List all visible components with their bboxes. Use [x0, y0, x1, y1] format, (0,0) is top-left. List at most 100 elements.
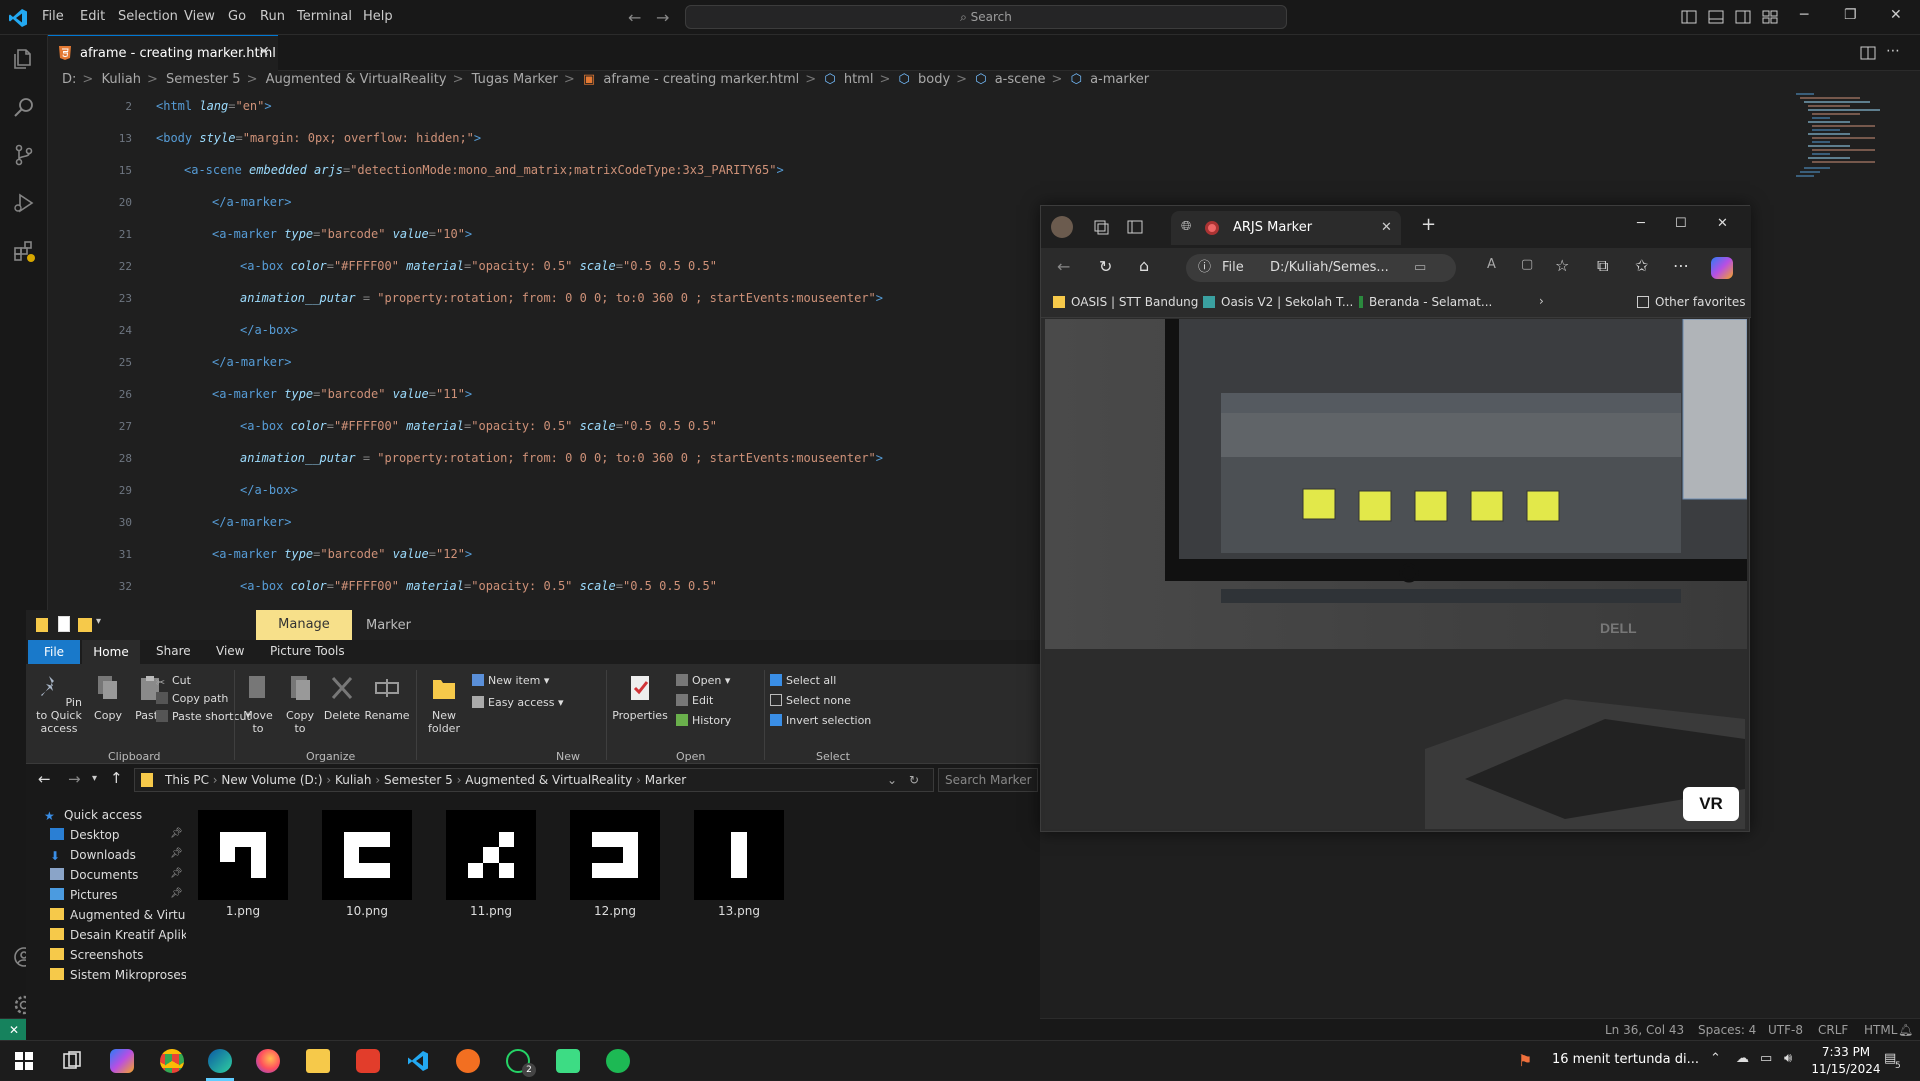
address-segment[interactable]: New Volume (D:) [221, 773, 322, 787]
new-folder-quick-icon[interactable] [78, 618, 92, 632]
paste-shortcut-button[interactable]: Paste shortcut [156, 710, 251, 723]
other-favorites[interactable]: Other favorites [1637, 295, 1746, 309]
menu-terminal[interactable]: Terminal [297, 9, 352, 24]
file-item[interactable]: 12.png [570, 810, 660, 918]
toggle-secondary-sidebar-icon[interactable] [1735, 9, 1751, 25]
copy-button[interactable]: Copy [90, 674, 126, 722]
workspaces-icon[interactable] [1093, 219, 1109, 235]
delete-button[interactable]: Delete [322, 674, 362, 722]
nav-item-pictures[interactable]: Pictures [50, 888, 118, 902]
explorer-icon[interactable] [12, 47, 36, 71]
copy-to-button[interactable]: Copy to [280, 674, 320, 735]
chevron-up-icon[interactable]: ⌃ [1710, 1051, 1721, 1066]
cut-button[interactable]: ✂ Cut [156, 674, 191, 689]
move-to-button[interactable]: Move to [238, 674, 278, 735]
file-item[interactable]: 11.png [446, 810, 536, 918]
address-bar[interactable]: This PC › New Volume (D:) › Kuliah › Sem… [134, 768, 934, 792]
menu-file[interactable]: File [42, 9, 64, 24]
clock-time[interactable]: 7:33 PM [1810, 1045, 1882, 1059]
volume-icon[interactable]: 🔊︎ [1784, 1051, 1792, 1066]
favorite-star-icon[interactable]: ☆ [1555, 256, 1569, 275]
onedrive-icon[interactable]: ☁ [1736, 1051, 1749, 1066]
toggle-sidebar-icon[interactable] [1681, 9, 1697, 25]
up-arrow-icon[interactable]: ↑ [110, 769, 123, 787]
more-actions-icon[interactable]: ⋯ [1886, 43, 1900, 59]
pin-icon[interactable]: 📌︎ [170, 848, 183, 859]
source-control-icon[interactable] [12, 143, 36, 167]
edge-icon[interactable] [208, 1049, 232, 1073]
rename-button[interactable]: Rename [364, 674, 410, 722]
properties-quick-icon[interactable] [58, 616, 70, 632]
breadcrumb-item[interactable]: Augmented & VirtualReality [266, 72, 447, 87]
forward-arrow-icon[interactable]: → [656, 8, 669, 27]
address-bar[interactable]: ⓘ File D:/Kuliah/Semes... ▭ [1186, 254, 1456, 282]
pin-to-quick-access-button[interactable]: Pin to Quick access [30, 674, 88, 735]
read-aloud-icon[interactable]: A [1487, 257, 1496, 272]
split-editor-icon[interactable] [1860, 45, 1876, 61]
minimap[interactable] [1790, 90, 1910, 230]
new-tab-plus-icon[interactable]: + [1421, 214, 1436, 235]
wps-office-icon[interactable] [356, 1049, 380, 1073]
pin-icon[interactable]: 📌︎ [170, 888, 183, 899]
copy-path-button[interactable]: Copy path [156, 692, 228, 705]
vscode-icon[interactable] [406, 1049, 430, 1073]
copilot-icon[interactable] [110, 1049, 134, 1073]
menu-selection[interactable]: Selection [118, 9, 178, 24]
close-icon[interactable]: ✕ [1890, 7, 1902, 23]
extensions-icon[interactable] [12, 239, 36, 263]
extensions-icon[interactable]: ⧉ [1597, 256, 1608, 276]
nav-item-documents[interactable]: Documents [50, 868, 138, 882]
info-icon[interactable]: ⓘ [1198, 254, 1211, 282]
tab-share[interactable]: Share [156, 644, 191, 658]
back-arrow-icon[interactable]: ← [38, 770, 51, 788]
sublime-icon[interactable] [456, 1049, 480, 1073]
copilot-icon[interactable] [1711, 257, 1733, 279]
customize-toolbar-icon[interactable]: ▾ [96, 616, 101, 627]
line-ending[interactable]: CRLF [1818, 1023, 1848, 1037]
nav-item-folder[interactable]: Augmented & Virtu [50, 908, 185, 922]
tab-close-icon[interactable]: ✕ [258, 44, 270, 60]
spotify-icon[interactable] [606, 1049, 630, 1073]
editor-tab-active[interactable]: aframe - creating marker.html ✕ [48, 35, 278, 71]
remote-indicator-icon[interactable]: ✕ [0, 1019, 28, 1041]
menu-run[interactable]: Run [260, 9, 285, 24]
nav-item-desktop[interactable]: Desktop [50, 828, 120, 842]
chevron-right-icon[interactable]: › [1539, 294, 1544, 308]
run-debug-icon[interactable] [12, 191, 36, 215]
windows-start-icon[interactable] [12, 1049, 36, 1073]
edit-button[interactable]: Edit [676, 694, 713, 707]
code-line[interactable]: 15 <a-scene embedded arjs="detectionMode:… [48, 156, 1288, 188]
nav-item-downloads[interactable]: ⬇ Downloads [50, 848, 136, 863]
breadcrumb-item[interactable]: html [844, 72, 874, 87]
search-icon[interactable] [12, 95, 36, 119]
nav-item-folder[interactable]: Screenshots [50, 948, 143, 962]
breadcrumb-item[interactable]: Semester 5 [166, 72, 241, 87]
tab-file[interactable]: File [28, 640, 80, 664]
code-line[interactable]: 2 <html lang="en"> [48, 92, 1288, 124]
select-all-button[interactable]: Select all [770, 674, 836, 687]
file-explorer-icon[interactable] [306, 1049, 330, 1073]
file-item[interactable]: 13.png [694, 810, 784, 918]
select-none-button[interactable]: Select none [770, 694, 851, 707]
command-center-search[interactable]: ⌕ Search [685, 5, 1287, 29]
close-icon[interactable]: ✕ [1717, 216, 1728, 231]
address-segment[interactable]: Semester 5 [384, 773, 453, 787]
breadcrumb-item[interactable]: body [918, 72, 950, 87]
open-button[interactable]: Open ▾ [676, 674, 730, 687]
favorites-icon[interactable]: ✩ [1635, 256, 1648, 275]
address-segment[interactable]: Kuliah [335, 773, 372, 787]
tab-close-icon[interactable]: ✕ [1381, 220, 1392, 235]
new-folder-button[interactable]: New folder [420, 674, 468, 735]
camera-in-use-icon[interactable]: ▭ [1414, 254, 1426, 282]
chevron-down-icon[interactable]: ⌄ [887, 769, 897, 791]
restore-icon[interactable]: ❐ [1844, 7, 1857, 23]
chrome-icon[interactable] [160, 1049, 184, 1073]
ar-camera-view[interactable]: DELL VR [1045, 319, 1747, 829]
cursor-position[interactable]: Ln 36, Col 43 [1605, 1023, 1684, 1037]
menu-help[interactable]: Help [363, 9, 393, 24]
back-arrow-icon[interactable]: ← [1057, 257, 1070, 276]
toggle-panel-icon[interactable] [1708, 9, 1724, 25]
breadcrumb-item[interactable]: aframe - creating marker.html [603, 72, 799, 87]
minimize-icon[interactable]: ─ [1800, 7, 1808, 23]
refresh-icon[interactable]: ↻ [1099, 257, 1112, 276]
